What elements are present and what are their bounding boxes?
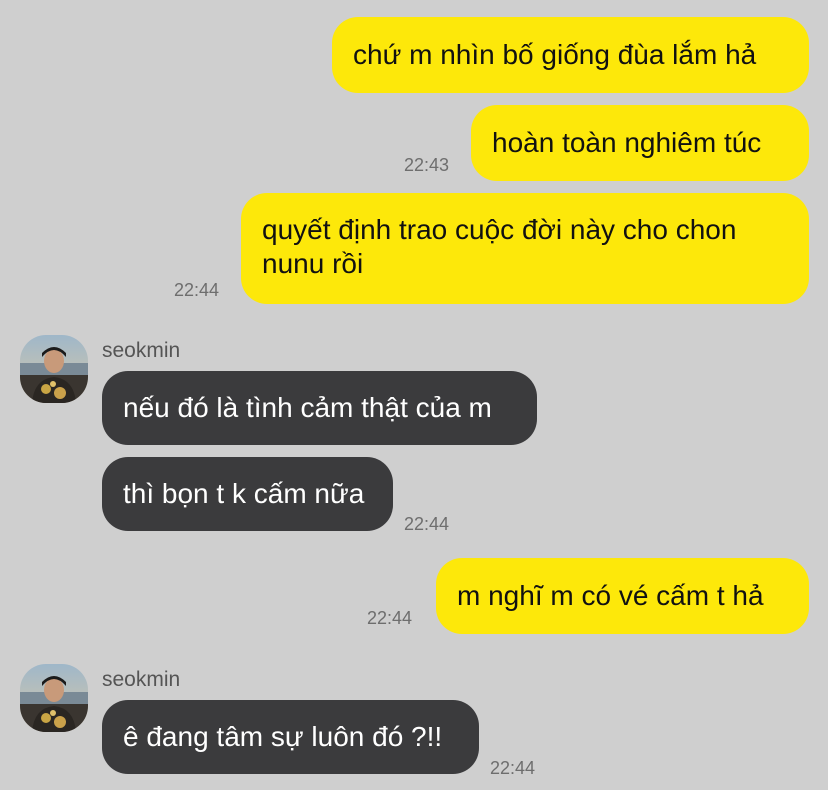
- message-text: m nghĩ m có vé cấm t hả: [457, 580, 764, 611]
- message-text: hoàn toàn nghiêm túc: [492, 127, 762, 158]
- sender-name: seokmin: [102, 339, 181, 362]
- sender-avatar[interactable]: [20, 664, 88, 732]
- outgoing-message-bubble[interactable]: quyết định trao cuộc đời này cho chon nu…: [241, 193, 809, 304]
- message-timestamp: 22:44: [367, 608, 413, 628]
- avatar-photo-icon: [20, 335, 88, 403]
- outgoing-message-bubble[interactable]: m nghĩ m có vé cấm t hả: [436, 558, 809, 634]
- message-timestamp: 22:44: [490, 758, 536, 778]
- message-timestamp: 22:43: [404, 155, 450, 175]
- avatar-photo-icon: [20, 664, 88, 732]
- outgoing-message-bubble[interactable]: chứ m nhìn bố giống đùa lắm hả: [332, 17, 809, 93]
- sender-name: seokmin: [102, 668, 181, 691]
- message-text: nếu đó là tình cảm thật của m: [123, 392, 492, 423]
- incoming-message-bubble[interactable]: nếu đó là tình cảm thật của m: [102, 371, 537, 445]
- incoming-message-bubble[interactable]: ê đang tâm sự luôn đó ?!!: [102, 700, 479, 774]
- message-text: ê đang tâm sự luôn đó ?!!: [123, 721, 443, 752]
- outgoing-message-bubble[interactable]: hoàn toàn nghiêm túc: [471, 105, 809, 181]
- message-timestamp: 22:44: [174, 280, 220, 300]
- message-text: thì bọn t k cấm nữa: [123, 478, 365, 509]
- sender-avatar[interactable]: [20, 335, 88, 403]
- incoming-message-bubble[interactable]: thì bọn t k cấm nữa: [102, 457, 393, 531]
- message-timestamp: 22:44: [404, 514, 450, 534]
- message-text: chứ m nhìn bố giống đùa lắm hả: [353, 39, 757, 70]
- message-text: quyết định trao cuộc đời này cho chon nu…: [262, 214, 737, 279]
